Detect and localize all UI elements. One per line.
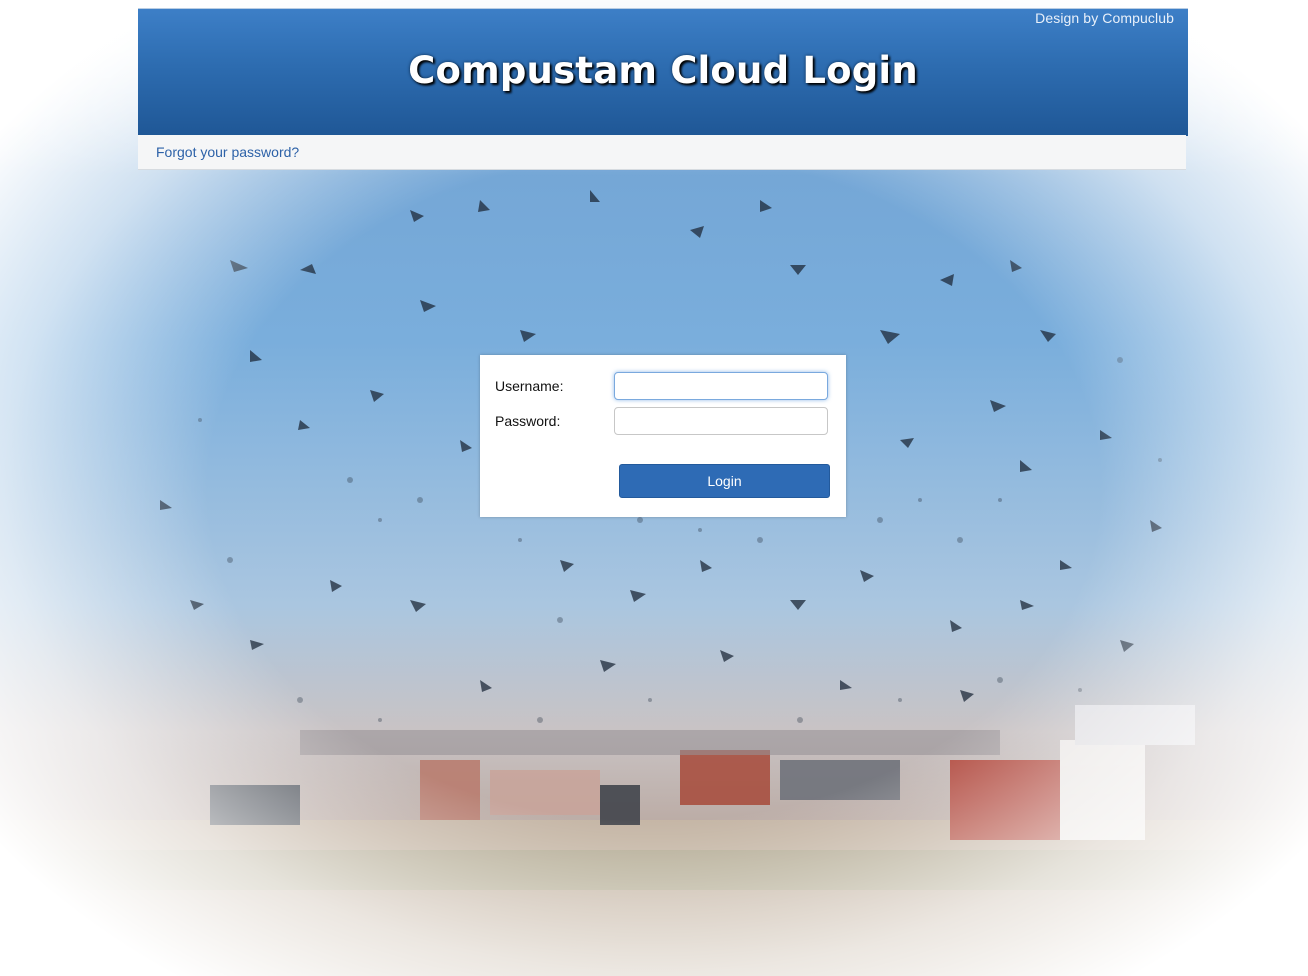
forgot-password-link[interactable]: Forgot your password? [156,144,299,160]
page-title: Compustam Cloud Login [408,49,918,92]
password-input[interactable] [614,407,828,435]
navigation-bar: Forgot your password? [138,135,1186,170]
header-banner: Design by Compuclub Compustam Cloud Logi… [138,8,1188,136]
username-label: Username: [495,378,564,394]
design-credit: Design by Compuclub [1035,10,1174,26]
username-input[interactable] [614,372,828,400]
login-button[interactable]: Login [619,464,830,498]
login-page: Design by Compuclub Compustam Cloud Logi… [0,0,1308,976]
password-label: Password: [495,413,561,429]
login-form: Username: Password: Login [480,355,846,517]
